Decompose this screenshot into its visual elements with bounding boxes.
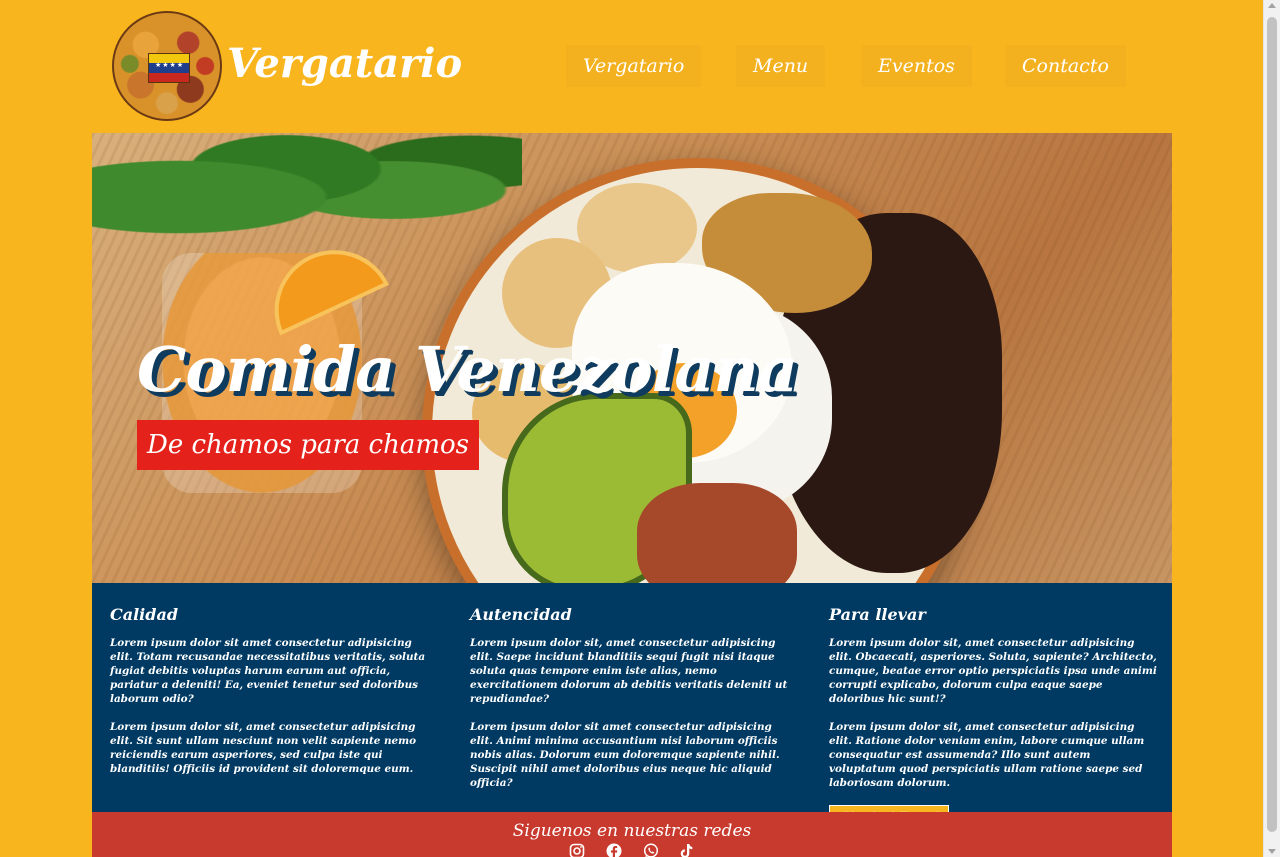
feature-autencidad: Autencidad Lorem ipsum dolor sit, amet c…	[470, 605, 798, 804]
feature-text: Lorem ipsum dolor sit, amet consectetur …	[470, 637, 788, 705]
tiktok-icon[interactable]	[678, 843, 694, 857]
nav-item-contacto[interactable]: Contacto	[1005, 45, 1126, 87]
hero-title: Comida Venezolana	[137, 333, 798, 406]
feature-title: Para llevar	[829, 605, 926, 624]
feature-text: Lorem ipsum dolor sit, amet consectetur …	[110, 721, 417, 775]
feature-title: Autencidad	[470, 605, 572, 624]
feature-text: Lorem ipsum dolor sit, amet consectetur …	[829, 721, 1145, 789]
scroll-up-arrow-icon[interactable]	[1268, 3, 1276, 8]
scroll-down-arrow-icon[interactable]	[1268, 849, 1276, 854]
whatsapp-icon[interactable]	[643, 843, 659, 857]
site-header: Vergatario Vergatario Menu Eventos Conta…	[92, 0, 1172, 133]
feature-para-llevar: Para llevar Lorem ipsum dolor sit, amet …	[829, 605, 1157, 828]
instagram-icon[interactable]	[569, 843, 585, 857]
feature-calidad: Calidad Lorem ipsum dolor sit amet conse…	[110, 605, 438, 790]
nav-item-eventos[interactable]: Eventos	[861, 45, 972, 87]
feature-text: Lorem ipsum dolor sit, amet consectetur …	[829, 637, 1157, 705]
nav-item-menu[interactable]: Menu	[736, 45, 826, 87]
food-shredded-beef	[637, 483, 797, 583]
social-links	[92, 843, 1172, 857]
hero-lettuce-image	[92, 133, 522, 253]
facebook-icon[interactable]	[606, 843, 622, 857]
site-footer: Siguenos en nuestras redes	[92, 812, 1172, 857]
feature-text: Lorem ipsum dolor sit amet consectetur a…	[110, 637, 426, 705]
features-section: Calidad Lorem ipsum dolor sit amet conse…	[92, 583, 1172, 828]
nav-item-vergatario[interactable]: Vergatario	[566, 45, 702, 87]
vertical-scrollbar[interactable]	[1263, 0, 1280, 857]
hero-banner: Comida Venezolana De chamos para chamos	[92, 133, 1172, 583]
feature-text: Lorem ipsum dolor sit amet consectetur a…	[470, 721, 780, 789]
scrollbar-thumb[interactable]	[1267, 17, 1277, 832]
footer-title: Siguenos en nuestras redes	[512, 821, 752, 841]
hero-tagline: De chamos para chamos	[137, 420, 480, 470]
main-nav: Vergatario Menu Eventos Contacto	[92, 45, 1172, 87]
feature-title: Calidad	[110, 605, 178, 624]
